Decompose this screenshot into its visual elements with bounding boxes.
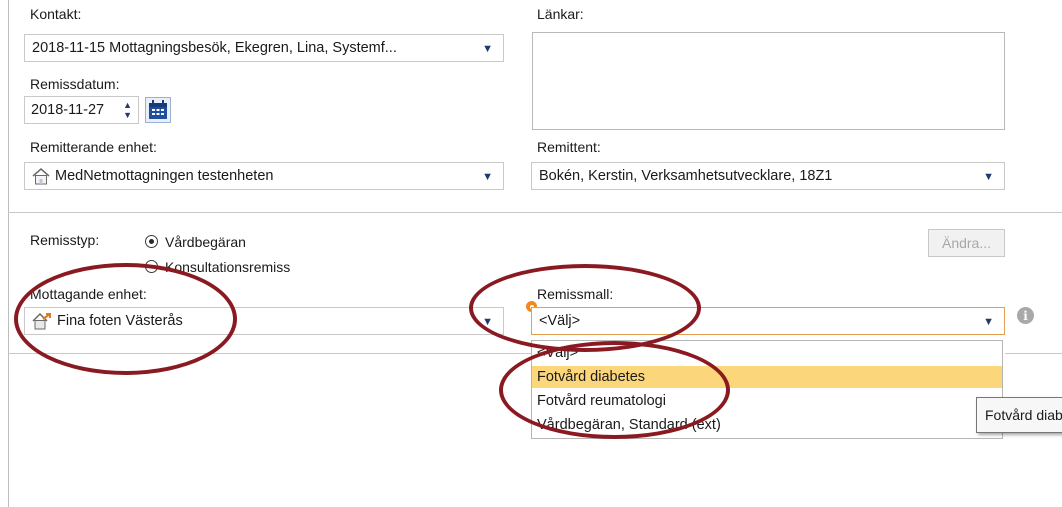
remitterande-value: MedNetmottagningen testenheten bbox=[55, 168, 274, 184]
calendar-icon bbox=[149, 100, 167, 119]
remitterande-select[interactable]: MedNetmottagningen testenheten ▼ bbox=[24, 162, 504, 190]
andra-button[interactable]: Ändra... bbox=[928, 229, 1005, 257]
remissdatum-input[interactable]: 2018-11-27 ▲ ▼ bbox=[24, 96, 139, 124]
kontakt-label: Kontakt: bbox=[30, 6, 82, 22]
remitterande-label: Remitterande enhet: bbox=[30, 139, 157, 155]
triangle-down-icon: ▼ bbox=[482, 43, 493, 55]
annotation-circle-options bbox=[499, 341, 730, 439]
spinner-icon[interactable]: ▲ ▼ bbox=[123, 100, 132, 120]
kontakt-select[interactable]: 2018-11-15 Mottagningsbesök, Ekegren, Li… bbox=[24, 34, 504, 62]
remittent-value: Bokén, Kerstin, Verksamhetsutvecklare, 1… bbox=[539, 168, 833, 184]
triangle-down-icon: ▼ bbox=[983, 316, 994, 328]
tooltip: Fotvård diabetes bbox=[976, 397, 1062, 433]
triangle-down-icon: ▼ bbox=[482, 171, 493, 183]
house-icon bbox=[32, 168, 50, 185]
remissdatum-label: Remissdatum: bbox=[30, 76, 120, 92]
remittent-label: Remittent: bbox=[537, 139, 601, 155]
lankar-textarea[interactable] bbox=[532, 32, 1005, 130]
tooltip-text: Fotvård diabetes bbox=[985, 407, 1062, 423]
lankar-label: Länkar: bbox=[537, 6, 584, 22]
remissdatum-value: 2018-11-27 bbox=[31, 102, 105, 118]
remisstyp-label: Remisstyp: bbox=[30, 232, 100, 248]
left-border bbox=[8, 0, 9, 507]
calendar-button[interactable] bbox=[145, 97, 171, 123]
section-divider-2b bbox=[1005, 353, 1062, 354]
radio-vardbegaran[interactable] bbox=[145, 235, 158, 248]
triangle-down-icon: ▼ bbox=[983, 171, 994, 183]
section-divider bbox=[8, 212, 1062, 213]
remittent-select[interactable]: Bokén, Kerstin, Verksamhetsutvecklare, 1… bbox=[531, 162, 1005, 190]
annotation-circle-mottagande bbox=[14, 263, 237, 375]
kontakt-value: 2018-11-15 Mottagningsbesök, Ekegren, Li… bbox=[32, 40, 397, 56]
annotation-circle-remissmall bbox=[469, 264, 701, 352]
info-icon[interactable]: i bbox=[1017, 307, 1034, 324]
radio-vardbegaran-label: Vårdbegäran bbox=[165, 234, 246, 250]
